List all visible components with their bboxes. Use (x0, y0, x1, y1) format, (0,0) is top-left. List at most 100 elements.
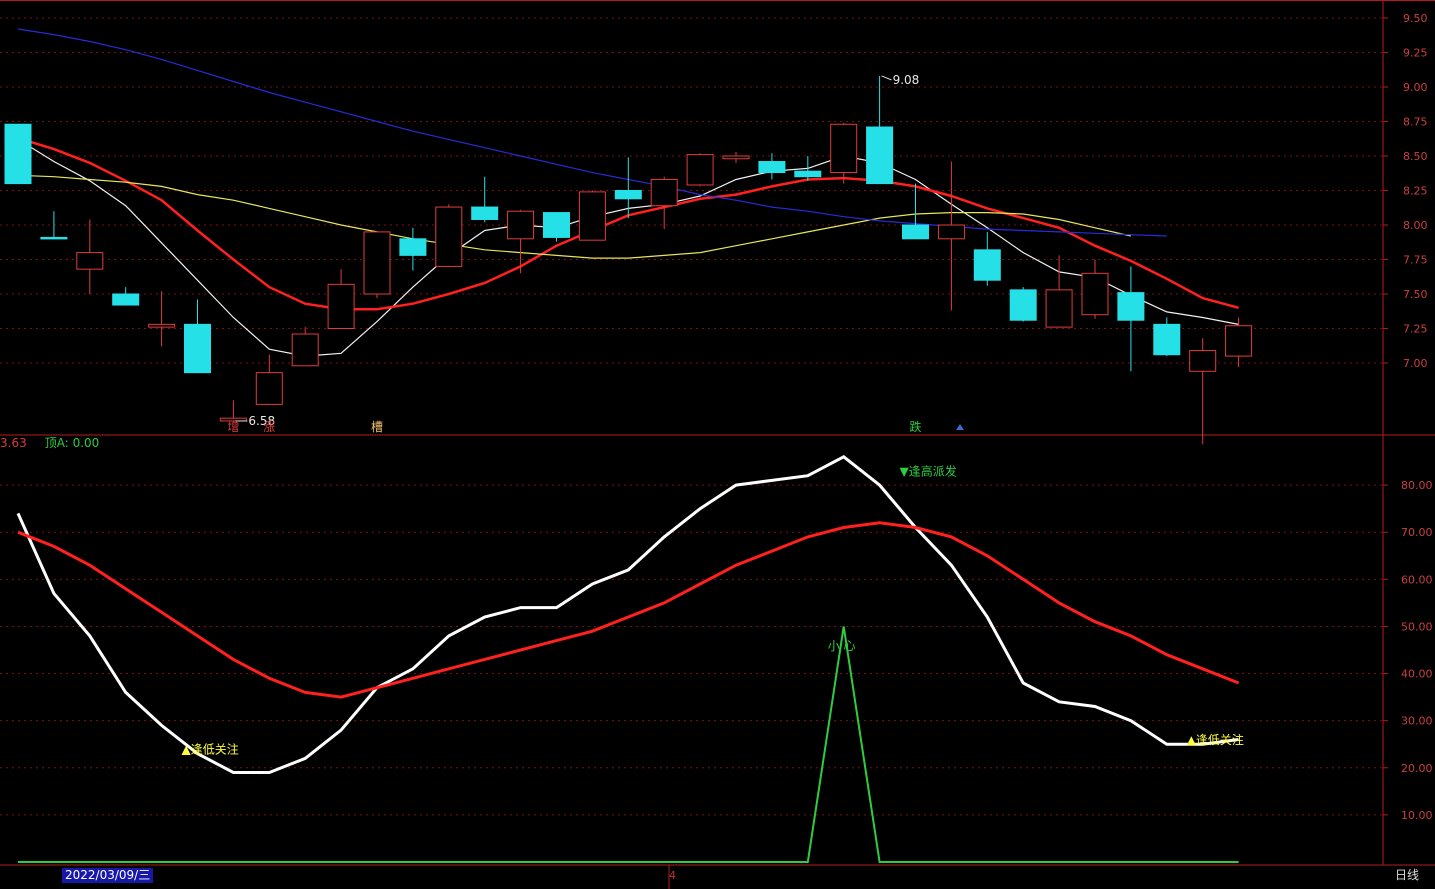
candle (686, 153, 714, 187)
candle (76, 219, 104, 294)
price-tick-label: 8.00 (1403, 219, 1428, 232)
date-label: 2022/03/09/三 (62, 868, 154, 883)
indicator-tick-label: 60.00 (1401, 573, 1433, 586)
candle-body-down (1153, 323, 1181, 356)
candle (184, 299, 211, 374)
candle-body-up (363, 231, 391, 295)
price-tick-label: 9.00 (1403, 81, 1428, 94)
annotation-arrow (881, 75, 892, 81)
candle (902, 183, 929, 240)
indicator-signal: ▲逢低关注 (182, 742, 239, 757)
candle (722, 151, 750, 163)
price-tick-label: 7.25 (1403, 323, 1428, 336)
candle (148, 291, 176, 347)
signal-marker: 增 (227, 420, 239, 434)
candle (1009, 287, 1037, 322)
stock-chart[interactable]: 9.50 9.25 9.00 8.75 8.50 8.25 8.00 7.75 7.50 7.25… (0, 0, 1435, 889)
candle-body-up (686, 154, 714, 186)
candle-body-up (578, 191, 606, 241)
candle-body-up (435, 206, 463, 267)
indicator-tick-label: 10.00 (1401, 809, 1433, 822)
period-tab[interactable]: 日线 (1395, 868, 1419, 883)
candle-body-down (471, 206, 499, 220)
candle (219, 400, 247, 422)
candle-body-down (399, 238, 427, 256)
candle-body-down (1117, 292, 1145, 321)
candle-body-up (507, 210, 535, 240)
candle (1081, 259, 1109, 319)
candle (471, 176, 499, 223)
price-tick-label: 7.50 (1403, 288, 1428, 301)
candle (327, 269, 355, 329)
candle-body-up (937, 224, 965, 240)
price-tick-label: 7.00 (1403, 357, 1428, 370)
candle-body-down (4, 123, 32, 185)
candle-body-down (866, 126, 894, 185)
candle (866, 75, 894, 185)
ma-line-ma20 (17, 174, 1132, 259)
candle (758, 153, 786, 180)
candle (435, 204, 463, 267)
candle (4, 123, 32, 185)
candle (399, 227, 427, 271)
signal-marker: 槽 (371, 420, 383, 434)
candle (291, 327, 319, 367)
candle (614, 157, 642, 219)
candle-body-down (614, 190, 642, 200)
indicator-prefix: 3.63 (0, 436, 27, 450)
indicator-tick-label: 20.00 (1401, 762, 1433, 775)
candle-body-down (543, 212, 570, 238)
candle (543, 212, 570, 242)
candle-body-up (1225, 325, 1253, 357)
indicator-signal: ▲逢低关注 (1187, 732, 1244, 747)
price-tick-label: 7.75 (1403, 254, 1428, 267)
indicator-signal: 小 心 (828, 639, 856, 653)
candle (830, 122, 858, 184)
indicator-signal: ▼逢高派发 (900, 464, 957, 479)
candle-body-up (650, 178, 678, 207)
price-annotation (881, 75, 892, 81)
indicator-line (16, 455, 1239, 774)
candle-body-down (184, 323, 211, 374)
price-tick-label: 9.25 (1403, 47, 1428, 60)
candle (363, 231, 391, 299)
price-tick-label: 9.50 (1403, 12, 1428, 25)
candle (794, 156, 822, 181)
signal-marker: 涨 (263, 419, 275, 434)
up-arrow-icon (956, 424, 964, 430)
candle-body-up (722, 155, 750, 160)
status-bar (0, 865, 1435, 889)
price-tick-label: 8.25 (1403, 185, 1428, 198)
candle-body-down (758, 161, 786, 174)
candle (1189, 338, 1217, 445)
indicator-tick-label: 50.00 (1401, 620, 1433, 633)
indicator-header: 3.63 顶A: 0.00 (0, 436, 99, 450)
candle (1153, 317, 1181, 357)
price-tick-label: 8.75 (1403, 116, 1428, 129)
indicator-tick-label: 80.00 (1401, 479, 1433, 492)
candle (112, 287, 140, 306)
candle-body-down (40, 236, 68, 240)
indicator-tick-label: 40.00 (1401, 668, 1433, 681)
candle-body-down (1009, 289, 1037, 321)
candle (578, 190, 606, 241)
candle-body-down (973, 249, 1001, 281)
candle (937, 161, 965, 311)
candle (1045, 255, 1073, 328)
annotation-label: 9.08 (893, 73, 920, 87)
candle (40, 211, 68, 240)
page-label: 4 (669, 869, 676, 882)
indicator-name: 顶A: 0.00 (44, 436, 100, 450)
candle-body-up (255, 372, 283, 405)
candle-body-up (327, 283, 355, 329)
candle-body-up (1045, 289, 1073, 328)
candle-body-up (1081, 272, 1109, 316)
candle (507, 209, 535, 274)
indicator-tick-label: 30.00 (1401, 715, 1433, 728)
candle (1117, 266, 1145, 372)
candle-body-down (794, 170, 822, 178)
candle-body-up (1189, 350, 1217, 372)
candle-body-up (291, 333, 319, 367)
candle-body-up (830, 123, 858, 174)
indicator-tick-label: 70.00 (1401, 526, 1433, 539)
